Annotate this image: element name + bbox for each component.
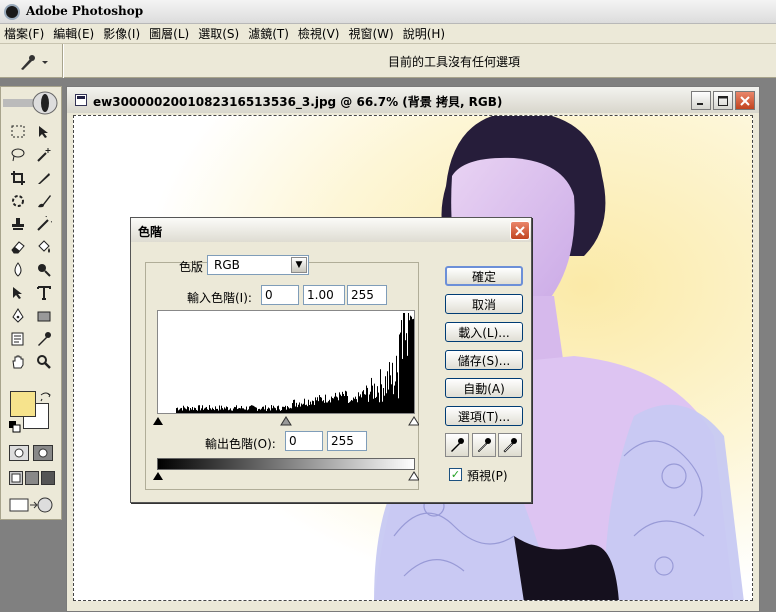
input-black-slider-handle[interactable] [153,417,163,425]
document-title: ew3000002001082316513536_3.jpg @ 66.7% (… [93,95,503,109]
input-gamma-field[interactable]: 1.00 [303,285,345,305]
menu-filter[interactable]: 濾鏡(T) [248,25,289,42]
history-brush-tool-icon[interactable] [33,213,55,235]
menu-help[interactable]: 說明(H) [403,25,445,42]
app-title: Adobe Photoshop [26,4,144,18]
preview-label: 預視(P) [467,469,508,483]
white-point-eyedropper-icon[interactable] [498,433,522,457]
rectangle-tool-icon[interactable] [33,305,55,327]
maximize-button[interactable] [713,91,733,110]
full-screen-mode-icon[interactable] [41,471,55,488]
histogram [157,310,415,414]
blur-tool-icon[interactable] [7,259,29,281]
options-bar: 目前的工具沒有任何選項 [0,44,776,78]
options-button[interactable]: 選項(T)... [445,406,523,426]
toolbox-header-logo [3,89,59,117]
black-point-eyedropper-icon[interactable] [445,433,469,457]
eyedropper-tool-icon[interactable] [33,328,55,350]
input-levels-slider[interactable] [153,414,420,426]
save-button[interactable]: 儲存(S)... [445,350,523,370]
minimize-button[interactable] [691,91,711,110]
slice-tool-icon[interactable] [33,167,55,189]
type-tool-icon[interactable] [33,282,55,304]
input-levels-label: 輸入色階(I): [187,291,252,305]
marquee-tool-icon[interactable] [7,121,29,143]
menu-file[interactable]: 檔案(F) [4,25,44,42]
dialog-title: 色階 [138,225,163,239]
paint-bucket-tool-icon[interactable] [33,236,55,258]
ok-button[interactable]: 確定 [445,266,523,286]
clone-stamp-tool-icon[interactable] [7,213,29,235]
zoom-tool-icon[interactable] [33,351,55,373]
menu-select[interactable]: 選取(S) [198,25,239,42]
magic-wand-tool-icon[interactable] [33,144,55,166]
output-black-slider-handle[interactable] [153,472,163,480]
auto-button[interactable]: 自動(A) [445,378,523,398]
load-button[interactable]: 載入(L)... [445,322,523,342]
default-colors-icon[interactable] [9,421,21,436]
input-gamma-slider-handle[interactable] [280,416,292,426]
foreground-color-swatch[interactable] [10,391,36,417]
menu-bar: 檔案(F) 編輯(E) 影像(I) 圖層(L) 選取(S) 濾鏡(T) 檢視(V… [0,24,776,44]
input-white-slider-handle[interactable] [408,416,420,426]
menu-image[interactable]: 影像(I) [103,25,140,42]
standard-screen-mode-icon[interactable] [9,471,23,488]
gray-point-eyedropper-icon[interactable] [472,433,496,457]
healing-brush-tool-icon[interactable] [7,190,29,212]
output-black-field[interactable]: 0 [285,431,323,451]
tool-preset-picker[interactable] [18,53,50,71]
standard-mode-icon[interactable] [9,445,29,464]
photoshop-logo-icon [4,4,20,20]
close-button[interactable] [735,91,755,110]
menu-view[interactable]: 檢視(V) [298,25,340,42]
move-tool-icon[interactable] [33,121,55,143]
document-title-bar: ew3000002001082316513536_3.jpg @ 66.7% (… [67,87,759,113]
crop-tool-icon[interactable] [7,167,29,189]
swap-colors-icon[interactable] [39,391,53,406]
options-bar-message: 目前的工具沒有任何選項 [388,55,521,69]
pen-tool-icon[interactable] [7,305,29,327]
notes-tool-icon[interactable] [7,328,29,350]
output-white-field[interactable]: 255 [327,431,367,451]
input-black-field[interactable]: 0 [261,285,299,305]
channel-label: 色版 [179,260,204,274]
menu-window[interactable]: 視窗(W) [348,25,393,42]
hand-tool-icon[interactable] [7,351,29,373]
chevron-down-icon[interactable]: ▼ [291,257,307,273]
channel-select[interactable]: RGB ▼ [207,255,309,275]
quick-mask-mode-icon[interactable] [33,445,53,464]
menu-edit[interactable]: 編輯(E) [53,25,94,42]
output-levels-slider[interactable] [153,470,420,481]
channel-select-value: RGB [214,258,240,272]
input-white-field[interactable]: 255 [347,285,387,305]
path-selection-tool-icon[interactable] [7,282,29,304]
lasso-tool-icon[interactable] [7,144,29,166]
histogram-graph [176,313,414,413]
dialog-close-button[interactable] [510,221,530,240]
dialog-title-bar: 色階 [131,218,531,242]
jump-to-imageready-icon[interactable] [9,495,53,518]
output-levels-label: 輸出色階(O): [205,437,276,451]
dodge-tool-icon[interactable] [33,259,55,281]
cancel-button[interactable]: 取消 [445,294,523,314]
app-title-bar: Adobe Photoshop [0,0,776,24]
levels-dialog: 色階 色版 RGB ▼ 輸入色階(I): 0 1.00 255 輸出色階(O):… [130,217,532,503]
output-white-slider-handle[interactable] [408,471,420,481]
output-gradient-bar [157,458,415,470]
brush-tool-icon[interactable] [33,190,55,212]
options-bar-divider [62,44,64,78]
document-icon [75,94,87,106]
eraser-tool-icon[interactable] [7,236,29,258]
preview-checkbox[interactable]: ✓ [449,468,462,481]
toolbox [0,86,62,520]
menu-layer[interactable]: 圖層(L) [149,25,189,42]
full-screen-menu-mode-icon[interactable] [25,471,39,488]
